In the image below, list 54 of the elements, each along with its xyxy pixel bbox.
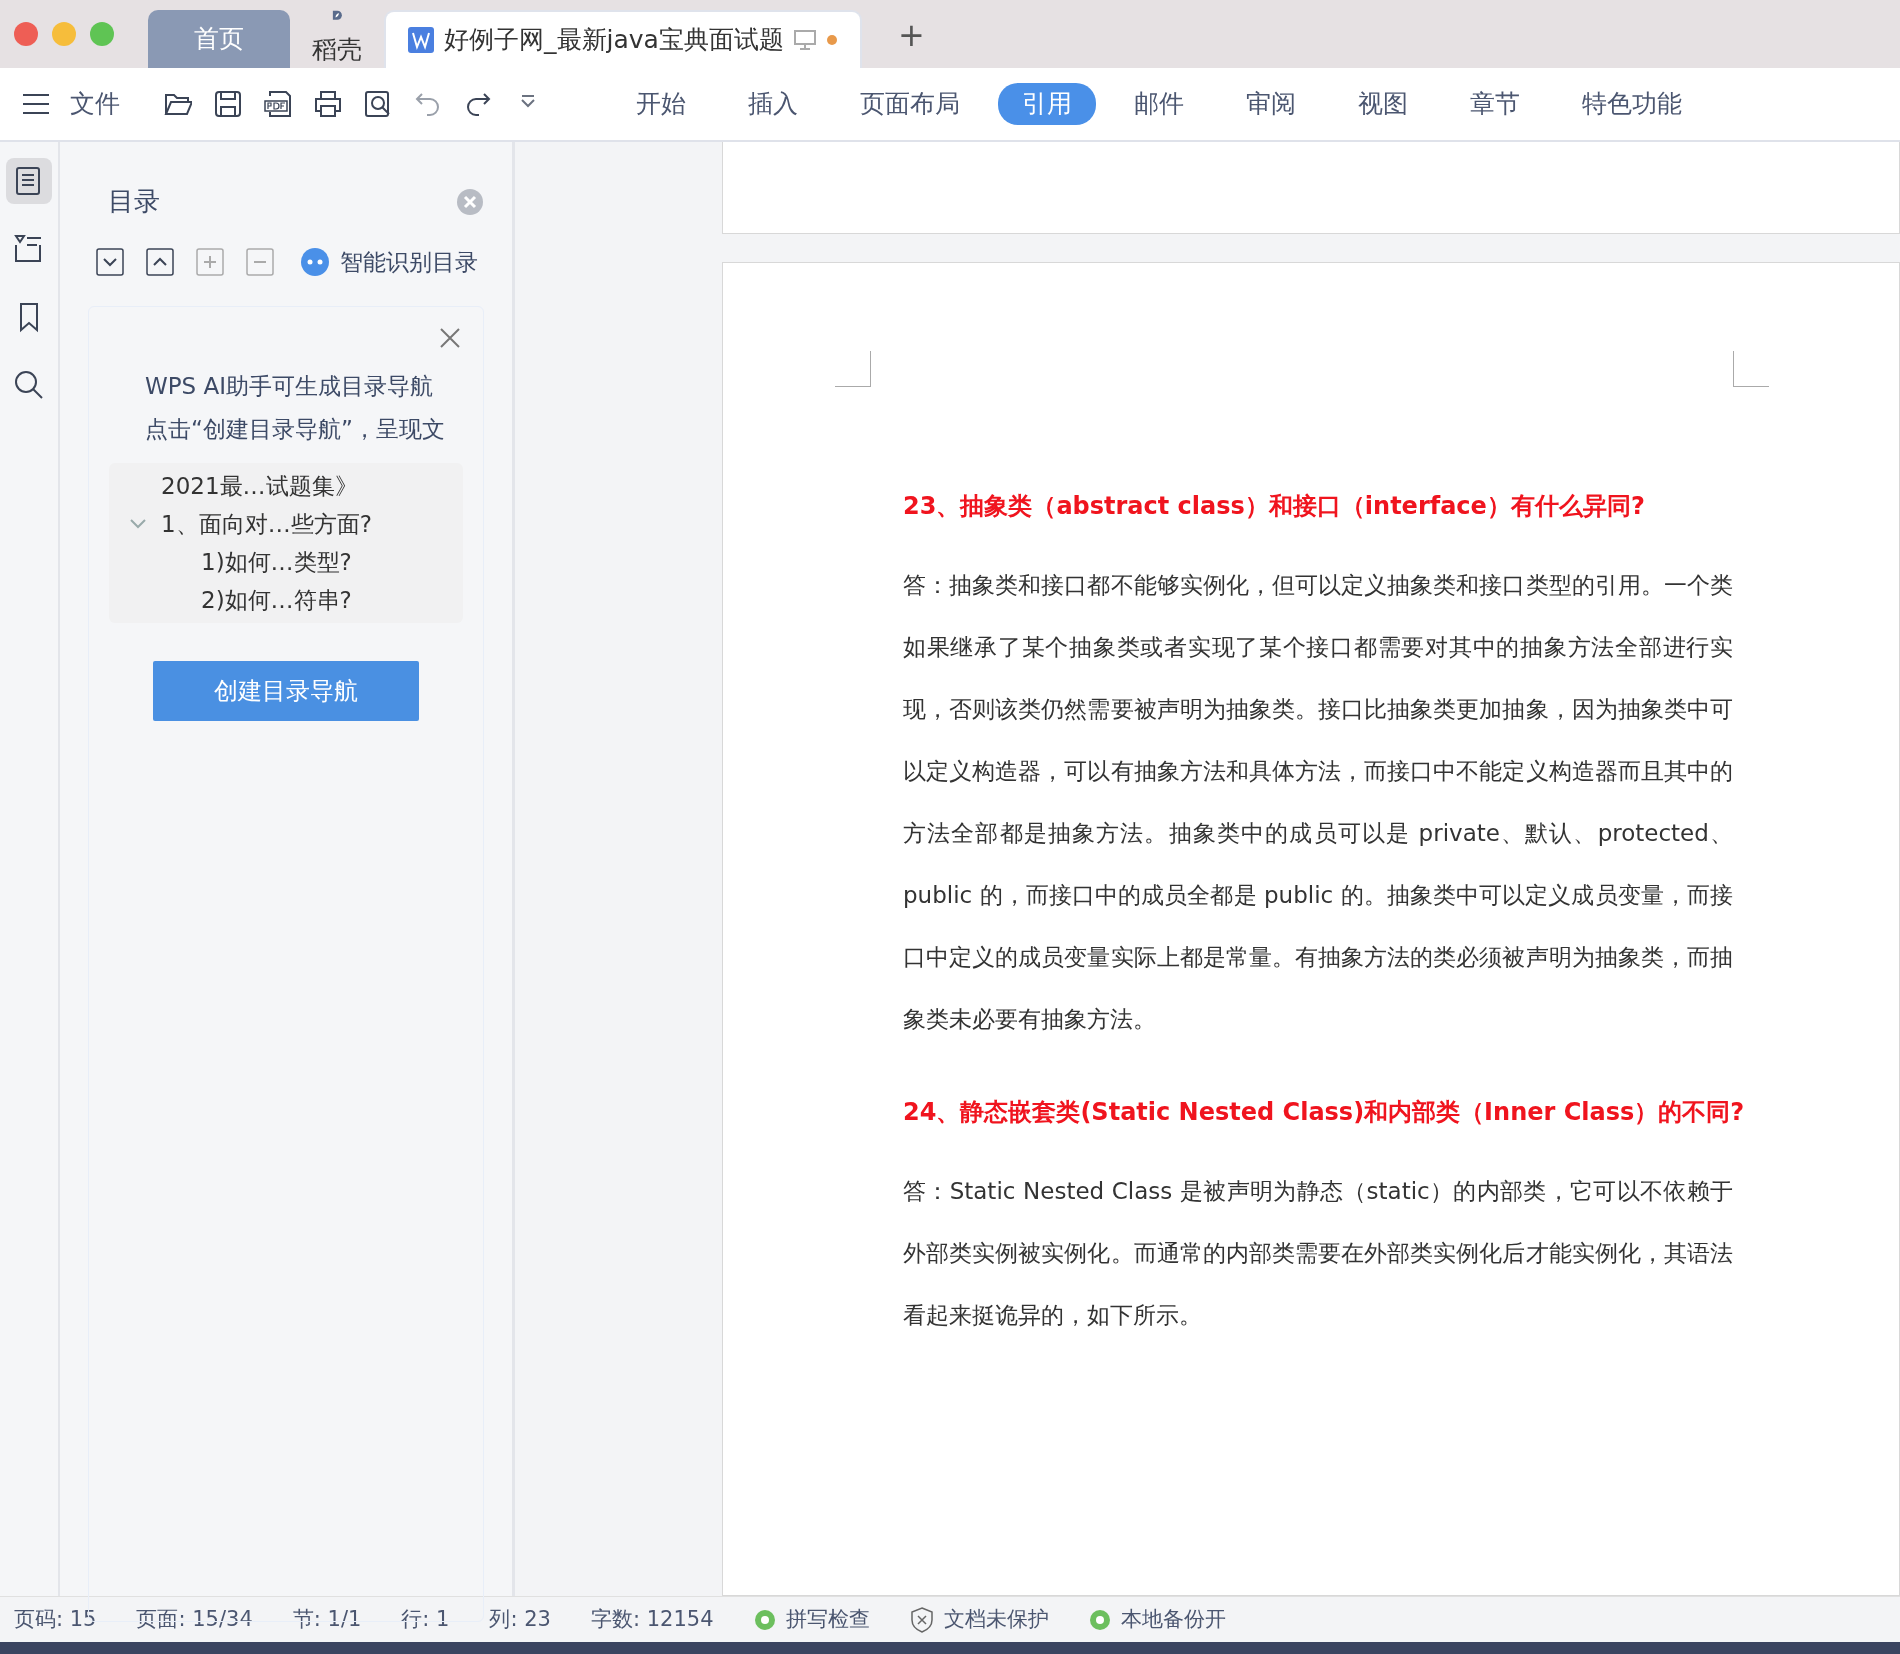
monitor-icon [793,30,816,50]
new-tab-button[interactable]: + [891,10,931,60]
redo-icon[interactable] [464,90,492,118]
expand-all-icon[interactable] [146,248,174,277]
tip-text: 点击“创建目录导航”，呈现文 [145,414,445,444]
unsaved-dot-icon [825,34,838,46]
search-icon[interactable] [13,369,45,401]
outline-item[interactable]: 2)如何…符串? [201,580,352,619]
panel-title: 目录 [108,185,160,218]
shield-icon [909,1606,934,1633]
print-icon[interactable] [314,90,342,118]
status-toggle[interactable]: 本地备份开 [1088,1603,1226,1636]
ribbon-tab[interactable]: 章节 [1446,83,1544,125]
protection-status[interactable]: 文档未保护 [909,1603,1049,1636]
outline-item[interactable]: 1)如何…类型? [201,542,352,581]
robot-icon [300,247,330,278]
menu-icon [22,93,50,115]
crop-mark [1733,351,1769,387]
crop-mark [835,351,871,387]
section-heading: 24、静态嵌套类(Static Nested Class)和内部类（Inner Class）的不同? [903,1097,1746,1128]
print-preview-icon[interactable] [364,90,392,118]
ribbon-tab[interactable]: 视图 [1334,83,1432,125]
ribbon-tab[interactable]: 特色功能 [1558,83,1706,125]
outline-item[interactable]: 1、面向对…些方面? [161,504,372,543]
section-heading: 23、抽象类（abstract class）和接口（interface）有什么异同? [903,491,1646,522]
status-text: 列: 23 [489,1605,551,1633]
status-text: 页码: 15 [14,1605,97,1633]
save-icon[interactable] [214,90,242,118]
file-menu[interactable]: 文件 [54,83,160,125]
ribbon-tab[interactable]: 页面布局 [836,83,984,125]
outline-item[interactable]: 2021最…试题集》 [161,466,358,505]
status-text: 行: 1 [401,1605,450,1633]
close-icon[interactable] [439,326,461,349]
status-dot-icon [753,1608,776,1631]
smart-toc-button[interactable]: 智能识别目录 [296,241,482,284]
ribbon-tab[interactable]: 邮件 [1110,83,1208,125]
document-icon [408,27,434,53]
sidebar-button[interactable] [6,158,52,204]
paragraph: 答：抽象类和接口都不能够实例化，但可以定义抽象类和接口类型的引用。一个类如果继承了某个抽象类或者实现了某个接口都需要对其中的抽象方法全部进行实现，否则该类仍然需要被声明为抽象类。接口比抽象类更加抽象，因为抽象类中可以定义构造器，可以有抽象方法和具体方法，而接口中不能定义构造器而且其中的方法全部都是抽象方法。抽象类中的成员可以是 private、默认、protected、public 的，而接口中的成员全都是 public 的。抽象类中可以定义成员变量，而接口中定义的成员变量实际上都是常量。有抽象方法的类必须被声明为抽象类，而抽象类未必要有抽象方法。 [903,571,1733,1034]
tab[interactable]: 好例子网_最新java宝典面试题 [384,10,862,68]
paragraph: 答：Static Nested Class 是被声明为静态（static）的内部类，它可以不依赖于外部类实例被实例化。而通常的内部类需要在外部类实例化后才能实例化，其语法看起来挺诡异的，如下所示。 [903,1177,1733,1330]
tip-text: WPS AI助手可生成目录导航 [145,371,434,401]
ribbon-tab[interactable]: 审阅 [1222,83,1320,125]
status-text: 节: 1/1 [292,1605,362,1633]
status-dot-icon [1088,1608,1111,1631]
pdf-export-icon[interactable] [264,90,292,118]
ribbon-tab[interactable]: 插入 [724,83,822,125]
collapse-all-icon[interactable] [96,248,124,277]
status-toggle[interactable]: 拼写检查 [753,1603,870,1636]
tab[interactable]: 稻壳 [290,10,384,68]
close-window-icon[interactable] [14,22,38,46]
ribbon-tab[interactable]: 开始 [612,83,710,125]
status-text: 字数: 12154 [590,1605,714,1633]
undo-icon[interactable] [414,90,442,118]
